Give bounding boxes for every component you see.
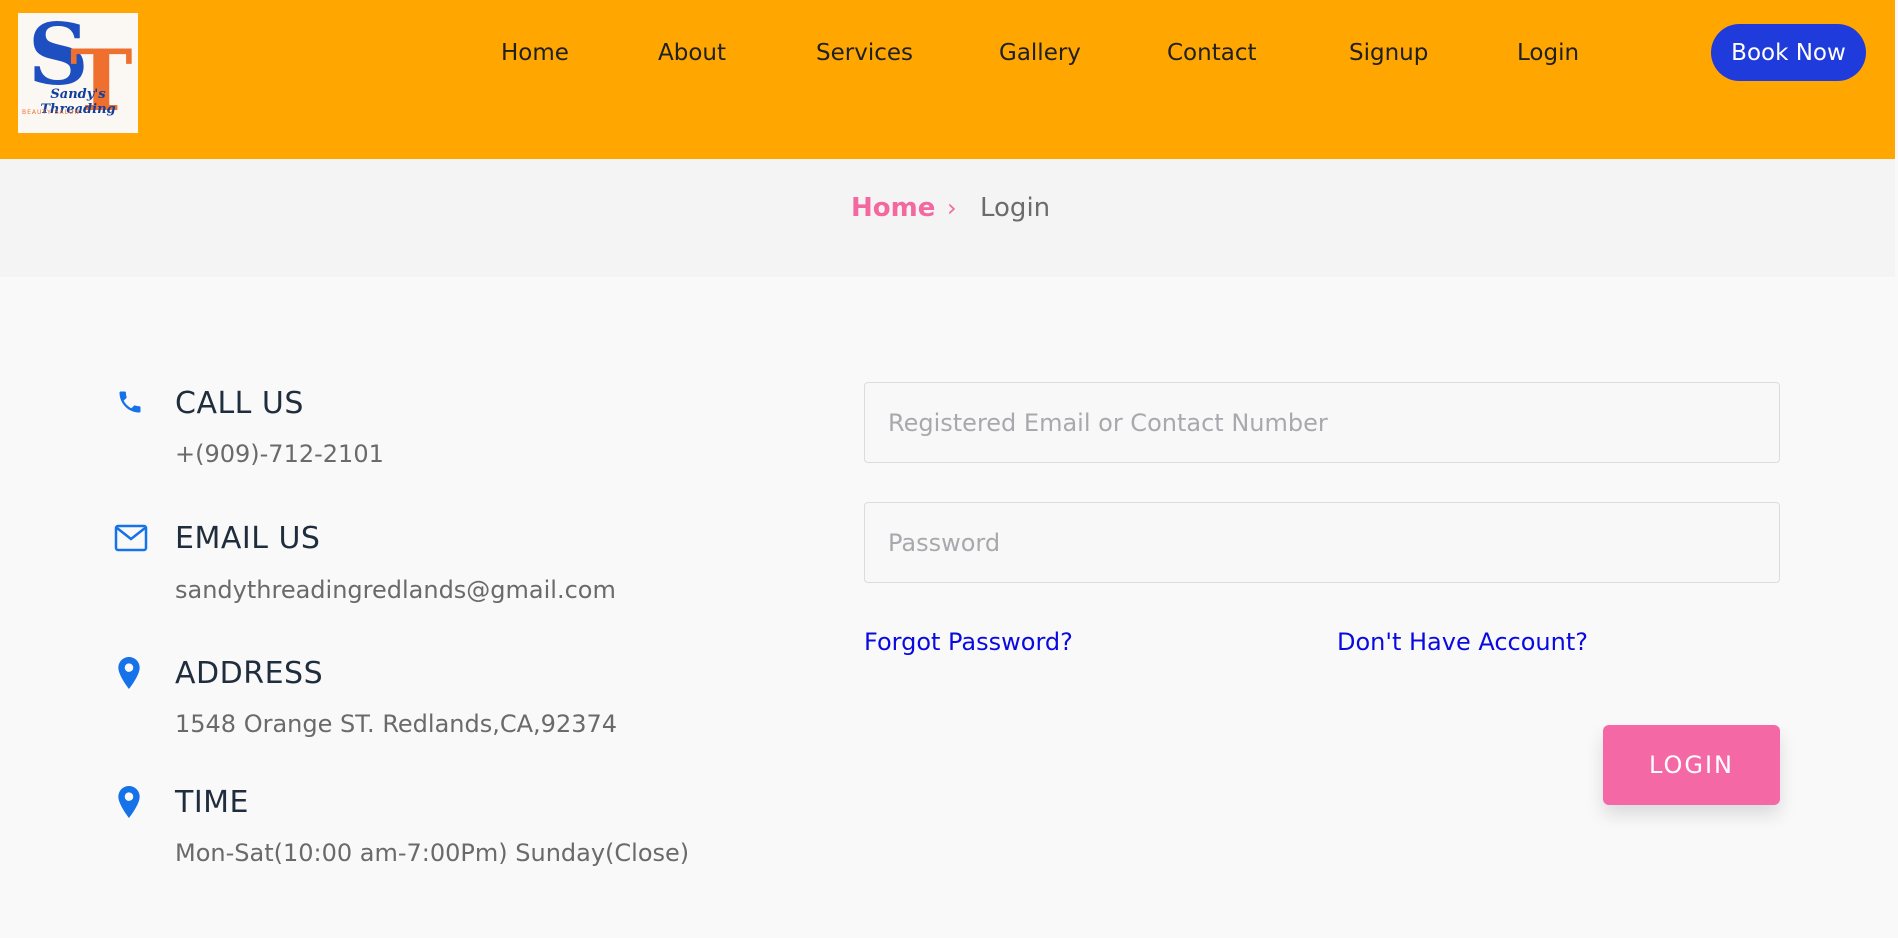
email-us-title: EMAIL US [175,521,321,556]
nav-contact[interactable]: Contact [1167,38,1256,68]
forgot-password-link[interactable]: Forgot Password? [864,628,1073,656]
time-title: TIME [175,785,250,820]
logo-tagline: BEAUTY SALON [22,109,81,116]
nav-about[interactable]: About [658,38,726,68]
nav-gallery[interactable]: Gallery [999,38,1081,68]
signup-link[interactable]: Don't Have Account? [1337,628,1588,656]
time-pin-icon [118,786,140,818]
breadcrumb-home-link[interactable]: Home [851,193,935,223]
address-title: ADDRESS [175,656,324,691]
time-text: Mon-Sat(10:00 am-7:00Pm) Sunday(Close) [175,839,690,867]
nav-signup[interactable]: Signup [1349,38,1428,68]
brand-logo[interactable]: S T Sandy's Threading BEAUTY SALON [18,13,138,133]
email-address[interactable]: sandythreadingredlands@gmail.com [175,576,616,604]
password-input[interactable] [864,502,1780,583]
mail-icon [114,524,148,552]
book-now-button[interactable]: Book Now [1711,24,1866,81]
nav-home[interactable]: Home [501,38,569,68]
phone-number[interactable]: +(909)-712-2101 [175,440,384,468]
chevron-right-icon: › [947,194,957,222]
call-us-title: CALL US [175,386,304,421]
login-button[interactable]: LOGIN [1603,725,1780,805]
email-or-phone-input[interactable] [864,382,1780,463]
phone-icon [119,391,141,413]
breadcrumb-current: Login [980,193,1051,223]
nav-services[interactable]: Services [816,38,913,68]
nav-login[interactable]: Login [1517,38,1579,68]
site-header: S T Sandy's Threading BEAUTY SALON Home … [0,0,1895,159]
address-text: 1548 Orange ST. Redlands,CA,92374 [175,710,618,738]
location-pin-icon [118,657,140,689]
